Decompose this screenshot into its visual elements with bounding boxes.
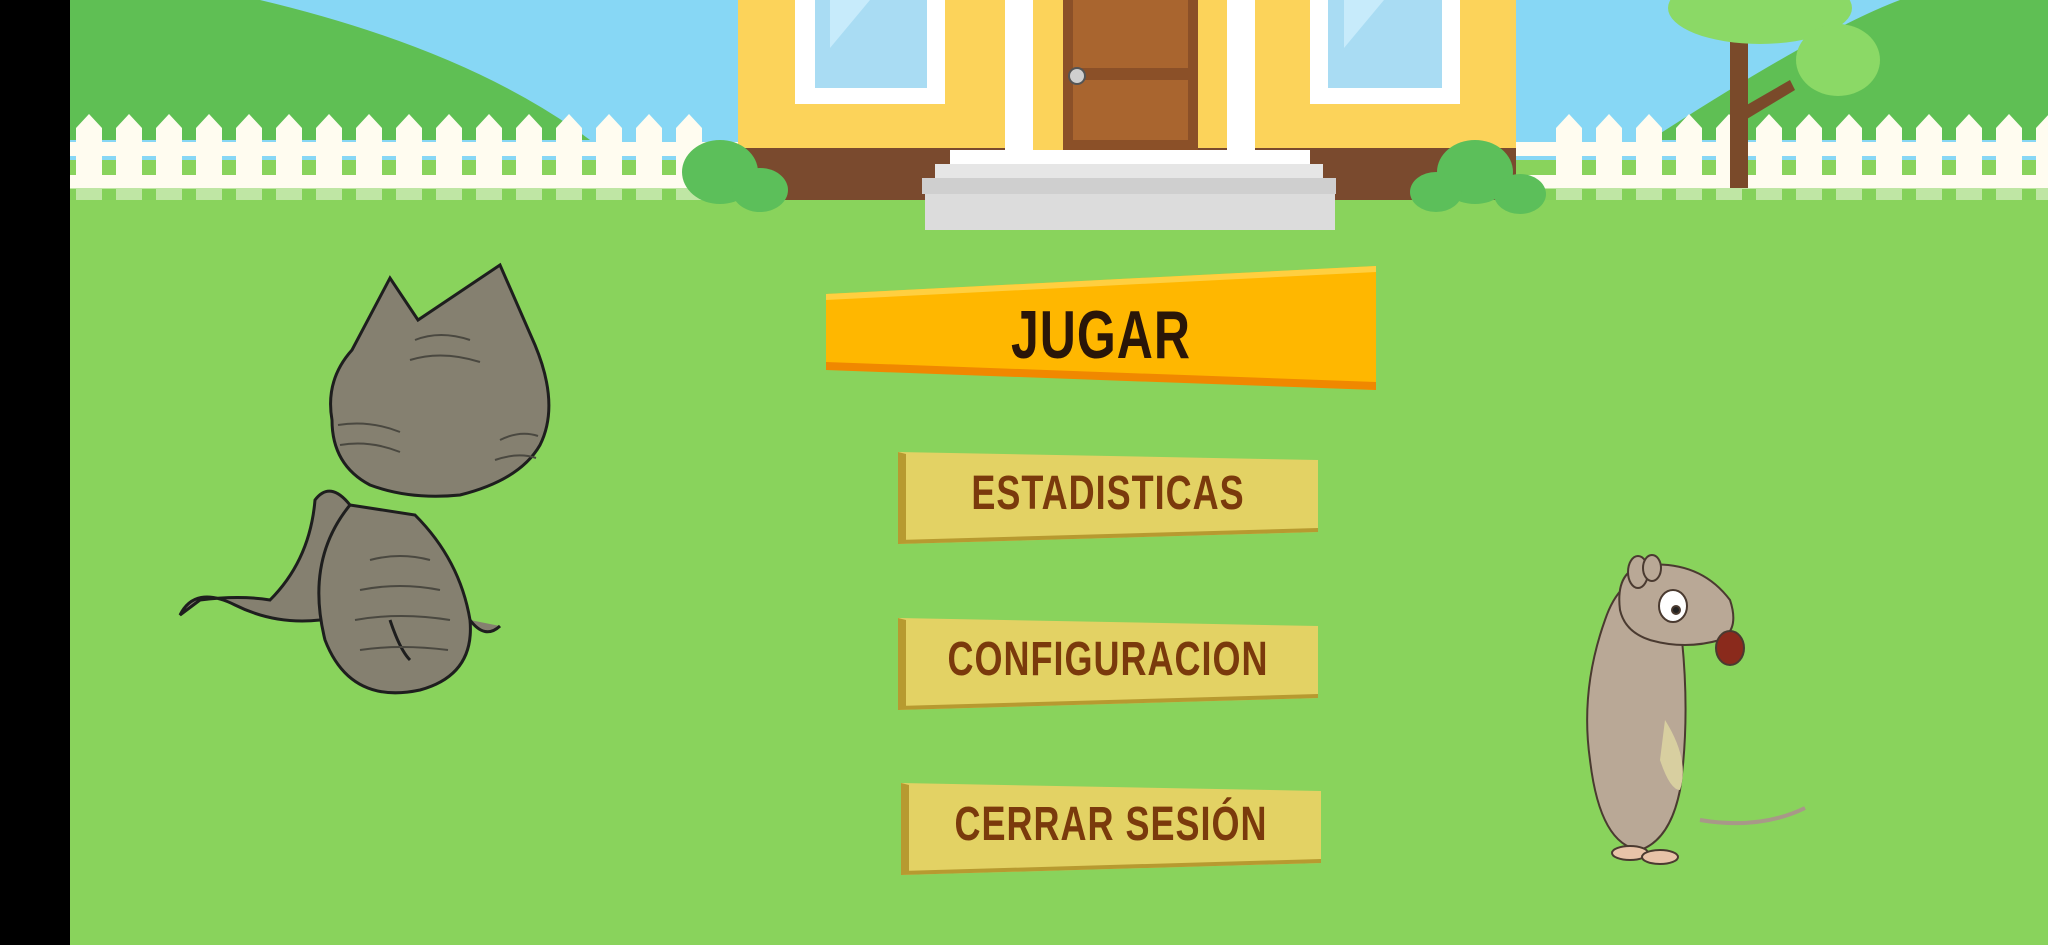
settings-button[interactable]: CONFIGURACION <box>898 618 1318 710</box>
fence-picket <box>476 114 502 200</box>
house <box>682 0 1546 230</box>
fence-picket <box>596 114 622 200</box>
fence-picket <box>636 114 662 200</box>
logout-button[interactable]: CERRAR SESIÓN <box>901 783 1321 875</box>
fence-picket <box>1676 114 1702 200</box>
fence-picket <box>436 114 462 200</box>
fence-picket <box>1756 114 1782 200</box>
fence-picket <box>1916 114 1942 200</box>
fence-picket <box>556 114 582 200</box>
game-screen: JUGAR ESTADISTICAS CONFIGURACION CERRAR … <box>70 0 2048 945</box>
fence-picket <box>1956 114 1982 200</box>
fence-picket <box>1636 114 1662 200</box>
fence-picket <box>396 114 422 200</box>
fence-picket <box>76 114 102 200</box>
fence-picket <box>516 114 542 200</box>
fence-picket <box>1836 114 1862 200</box>
logout-button-label: CERRAR SESIÓN <box>954 795 1268 851</box>
fence-picket <box>1556 114 1582 200</box>
fence-picket <box>1996 114 2022 200</box>
fence-picket <box>116 114 142 200</box>
fence-picket <box>316 114 342 200</box>
play-button[interactable]: JUGAR <box>826 266 1376 390</box>
settings-button-label: CONFIGURACION <box>947 630 1269 686</box>
fence-picket <box>196 114 222 200</box>
fence-picket <box>156 114 182 200</box>
statistics-button[interactable]: ESTADISTICAS <box>898 452 1318 544</box>
fence-picket <box>1796 114 1822 200</box>
play-button-label: JUGAR <box>1010 297 1192 373</box>
statistics-button-label: ESTADISTICAS <box>971 464 1245 520</box>
fence-picket <box>276 114 302 200</box>
fence-picket <box>236 114 262 200</box>
fence-picket <box>1876 114 1902 200</box>
fence-picket <box>356 114 382 200</box>
fence-picket <box>1596 114 1622 200</box>
fence-picket <box>2036 115 2048 200</box>
